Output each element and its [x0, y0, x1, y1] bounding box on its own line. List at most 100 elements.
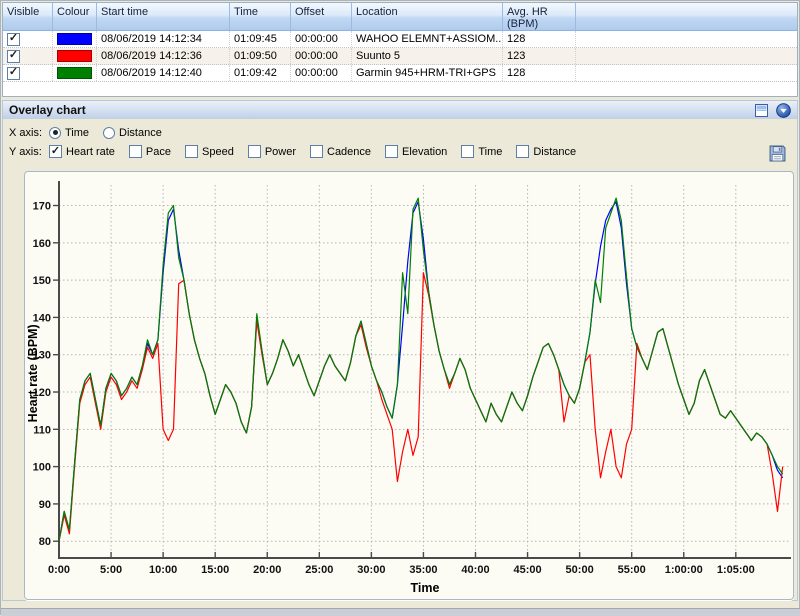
table-row[interactable]: 08/06/2019 14:12:40 01:09:42 00:00:00 Ga… [3, 65, 797, 82]
pace-checkbox[interactable] [128, 145, 142, 158]
distance-option-label: Distance [533, 145, 577, 158]
y-option-time[interactable]: Time [461, 145, 502, 158]
svg-text:35:00: 35:00 [409, 564, 437, 576]
svg-text:0:00: 0:00 [48, 564, 70, 576]
time-radio[interactable] [49, 126, 61, 139]
heart-rate-label: Heart rate [66, 145, 115, 158]
table-row[interactable]: 08/06/2019 14:12:36 01:09:50 00:00:00 Su… [3, 48, 797, 65]
svg-text:1:00:00: 1:00:00 [665, 564, 703, 576]
start-time-cell: 08/06/2019 14:12:40 [97, 65, 230, 81]
table-row[interactable]: 08/06/2019 14:12:34 01:09:45 00:00:00 WA… [3, 31, 797, 48]
avg-hr-cell: 128 [503, 31, 576, 47]
time-checkbox[interactable] [461, 145, 475, 158]
svg-text:Heart rate (BPM): Heart rate (BPM) [26, 324, 40, 422]
speed-label: Speed [202, 145, 234, 158]
colour-swatch [57, 67, 92, 79]
time-cell: 01:09:45 [230, 31, 291, 47]
x-option-distance[interactable]: Distance [103, 126, 162, 139]
location-cell: Garmin 945+HRM-TRI+GPS [352, 65, 503, 81]
app-window: { "table": { "columns": ["Visible", "Col… [0, 0, 800, 616]
avg-hr-cell: 123 [503, 48, 576, 64]
svg-text:20:00: 20:00 [253, 564, 281, 576]
svg-text:45:00: 45:00 [513, 564, 541, 576]
col-header-avg-hr[interactable]: Avg. HR (BPM) [503, 3, 576, 30]
svg-text:50:00: 50:00 [566, 564, 594, 576]
start-time-cell: 08/06/2019 14:12:34 [97, 31, 230, 47]
offset-cell: 00:00:00 [291, 31, 352, 47]
time-radio-label: Time [65, 126, 90, 139]
avg-hr-line2: (BPM) [507, 18, 539, 30]
time-option-label: Time [478, 145, 503, 158]
time-cell: 01:09:50 [230, 48, 291, 64]
location-cell: WAHOO ELEMNT+ASSIOM... [352, 31, 503, 47]
colour-swatch [57, 33, 92, 45]
elevation-checkbox[interactable] [385, 145, 399, 158]
y-option-speed[interactable]: Speed [185, 145, 234, 158]
device-table-header: Visible Colour Start time Time Offset Lo… [3, 3, 797, 31]
save-chart-button[interactable] [769, 145, 787, 163]
time-cell: 01:09:42 [230, 65, 291, 81]
y-option-power[interactable]: Power [247, 145, 296, 158]
y-option-cadence[interactable]: Cadence [310, 145, 371, 158]
col-header-filler [576, 3, 797, 30]
col-header-location[interactable]: Location [352, 3, 503, 30]
y-option-heart-rate[interactable]: Heart rate [49, 145, 115, 158]
svg-text:5:00: 5:00 [100, 564, 122, 576]
distance-radio-label: Distance [119, 126, 162, 139]
svg-text:90: 90 [39, 499, 51, 511]
y-axis-row: Y axis: Heart rate Pace Speed Power Cade… [9, 142, 791, 161]
distance-checkbox[interactable] [516, 145, 530, 158]
visible-checkbox[interactable] [7, 32, 20, 46]
heart-rate-checkbox[interactable] [49, 145, 62, 158]
x-option-time[interactable]: Time [49, 126, 90, 139]
svg-text:160: 160 [33, 238, 51, 250]
svg-text:55:00: 55:00 [618, 564, 646, 576]
svg-text:10:00: 10:00 [149, 564, 177, 576]
y-option-distance[interactable]: Distance [516, 145, 576, 158]
svg-text:80: 80 [39, 536, 51, 548]
col-header-time[interactable]: Time [230, 3, 291, 30]
visible-checkbox[interactable] [7, 49, 20, 63]
elevation-label: Elevation [402, 145, 448, 158]
device-table: Visible Colour Start time Time Offset Lo… [2, 2, 798, 97]
visible-checkbox[interactable] [7, 66, 20, 80]
save-icon [769, 145, 786, 162]
start-time-cell: 08/06/2019 14:12:36 [97, 48, 230, 64]
cadence-checkbox[interactable] [310, 145, 323, 158]
collapse-panel-button[interactable] [776, 103, 791, 118]
svg-text:1:05:00: 1:05:00 [717, 564, 755, 576]
svg-text:110: 110 [33, 424, 51, 436]
panel-title: Overlay chart [9, 103, 86, 117]
panel-layout-icon[interactable] [755, 104, 768, 117]
col-header-visible[interactable]: Visible [3, 3, 53, 30]
svg-text:140: 140 [33, 312, 51, 324]
svg-text:100: 100 [33, 462, 51, 474]
overlay-chart-panel: Overlay chart X axis: Time Distance Y ax… [2, 100, 798, 601]
svg-text:170: 170 [33, 201, 51, 213]
svg-text:40:00: 40:00 [461, 564, 489, 576]
x-axis-label: X axis: [9, 126, 43, 139]
speed-checkbox[interactable] [185, 145, 198, 158]
x-axis-row: X axis: Time Distance [9, 123, 791, 142]
distance-radio[interactable] [103, 126, 116, 139]
power-checkbox[interactable] [247, 145, 261, 158]
svg-text:30:00: 30:00 [357, 564, 385, 576]
chart-canvas: 80901001101201301401501601700:00 5:00 10:0… [26, 181, 791, 595]
offset-cell: 00:00:00 [291, 65, 352, 81]
svg-text:Time: Time [411, 581, 440, 595]
y-option-elevation[interactable]: Elevation [385, 145, 447, 158]
col-header-colour[interactable]: Colour [53, 3, 97, 30]
col-header-start-time[interactable]: Start time [97, 3, 230, 30]
hr-overlay-chart[interactable]: 80 90 100 110 120 130 140 150 160 170 0:00 5:00 10:0… [24, 171, 794, 600]
y-option-pace[interactable]: Pace [128, 145, 171, 158]
power-label: Power [264, 145, 296, 158]
location-cell: Suunto 5 [352, 48, 503, 64]
svg-text:15:00: 15:00 [201, 564, 229, 576]
cadence-label: Cadence [327, 145, 372, 158]
offset-cell: 00:00:00 [291, 48, 352, 64]
pace-label: Pace [145, 145, 171, 158]
colour-swatch [57, 50, 92, 62]
svg-text:150: 150 [33, 275, 51, 287]
col-header-offset[interactable]: Offset [291, 3, 352, 30]
overlay-chart-titlebar: Overlay chart [3, 101, 797, 119]
